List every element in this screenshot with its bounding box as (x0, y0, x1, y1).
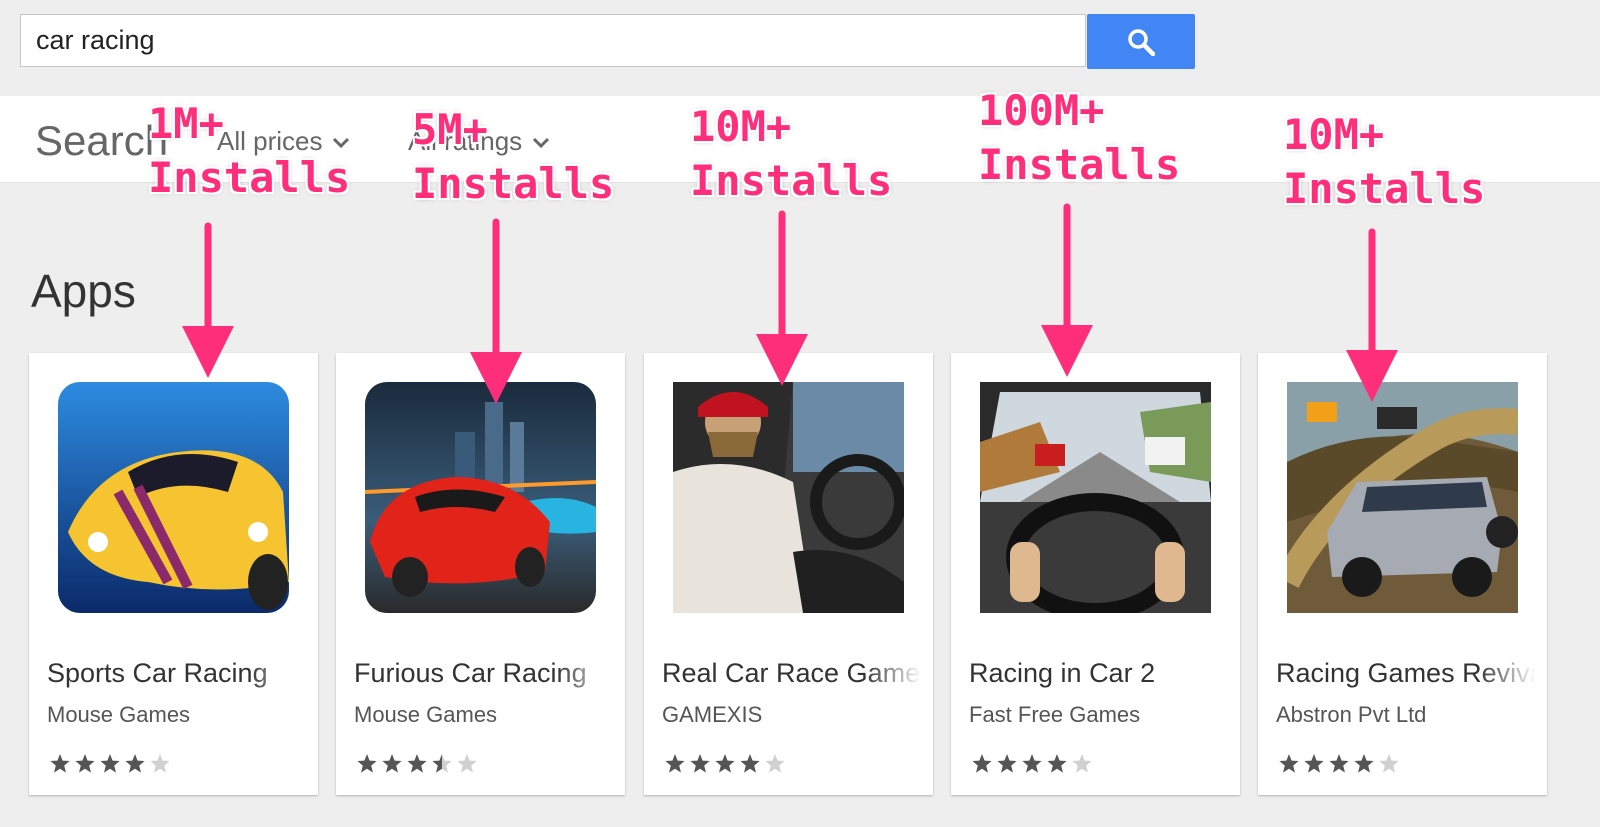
section-title: Apps (31, 265, 136, 317)
star-filled-icon (357, 754, 377, 773)
star-filled-icon (690, 754, 710, 773)
star-filled-icon (407, 754, 427, 773)
app-developer[interactable]: Abstron Pvt Ltd (1276, 702, 1426, 728)
app-developer[interactable]: Mouse Games (47, 702, 190, 728)
star-rating (664, 753, 786, 779)
search-icon (1128, 29, 1155, 56)
app-icon (58, 382, 289, 613)
search-input[interactable] (21, 15, 1085, 66)
installs-annotation: 10M+ Installs (1283, 110, 1486, 213)
installs-annotation: 10M+ Installs (690, 102, 893, 205)
star-filled-icon (715, 754, 735, 773)
star-filled-icon (382, 754, 402, 773)
app-title[interactable]: Racing in Car 2 (969, 658, 1229, 689)
star-rating (1278, 753, 1400, 779)
arrow-down-icon (182, 222, 234, 378)
star-empty-icon (1072, 754, 1092, 773)
installs-annotation: 5M+ Installs (412, 105, 615, 208)
app-card[interactable]: Racing in Car 2 Fast Free Games (951, 353, 1240, 795)
installs-annotation: 1M+ Installs (148, 99, 351, 202)
search-box[interactable] (20, 14, 1086, 67)
arrow-down-icon (756, 210, 808, 386)
star-filled-icon (1022, 754, 1042, 773)
star-empty-icon (150, 754, 170, 773)
app-card[interactable]: Sports Car Racing Mouse Games (29, 353, 318, 795)
app-developer[interactable]: Mouse Games (354, 702, 497, 728)
star-filled-icon (50, 754, 70, 773)
star-filled-icon (1354, 754, 1374, 773)
star-rating (356, 753, 478, 779)
search-button[interactable] (1087, 14, 1195, 69)
star-empty-icon (457, 754, 477, 773)
installs-annotation: 100M+ Installs (978, 86, 1181, 189)
star-rating (49, 753, 171, 779)
app-icon (365, 382, 596, 613)
star-filled-icon (665, 754, 685, 773)
star-half-icon (432, 754, 452, 773)
app-title[interactable]: Sports Car Racing (47, 658, 307, 689)
app-title[interactable]: Real Car Race Game (662, 658, 922, 689)
star-filled-icon (1279, 754, 1299, 773)
star-filled-icon (75, 754, 95, 773)
arrow-down-icon (470, 218, 522, 404)
arrow-down-icon (1346, 228, 1398, 402)
star-filled-icon (1329, 754, 1349, 773)
star-empty-icon (1379, 754, 1399, 773)
star-filled-icon (740, 754, 760, 773)
app-card[interactable]: Real Car Race Game GAMEXIS (644, 353, 933, 795)
app-card[interactable]: Racing Games Revival Abstron Pvt Ltd (1258, 353, 1547, 795)
arrow-down-icon (1041, 203, 1093, 377)
star-filled-icon (997, 754, 1017, 773)
app-developer[interactable]: GAMEXIS (662, 702, 762, 728)
star-empty-icon (765, 754, 785, 773)
app-card[interactable]: Furious Car Racing Mouse Games (336, 353, 625, 795)
app-icon (1287, 382, 1518, 613)
app-title[interactable]: Furious Car Racing (354, 658, 614, 689)
star-rating (971, 753, 1093, 779)
app-icon (980, 382, 1211, 613)
star-filled-icon (125, 754, 145, 773)
star-filled-icon (972, 754, 992, 773)
star-filled-icon (1304, 754, 1324, 773)
app-developer[interactable]: Fast Free Games (969, 702, 1140, 728)
app-icon (673, 382, 904, 613)
app-title[interactable]: Racing Games Revival (1276, 658, 1536, 689)
star-filled-icon (100, 754, 120, 773)
star-filled-icon (1047, 754, 1067, 773)
